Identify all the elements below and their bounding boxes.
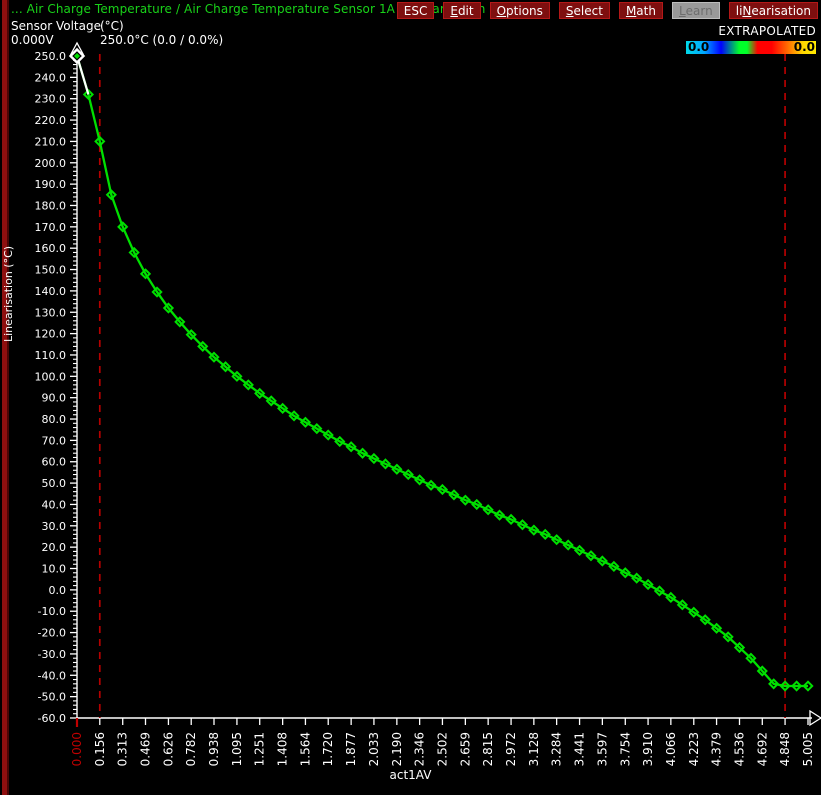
y-tick-label: 130.0 [35, 306, 67, 319]
y-tick-label: 110.0 [35, 349, 67, 362]
y-tick-label: 170.0 [35, 221, 67, 234]
y-tick-label: 230.0 [35, 93, 67, 106]
y-axis-title: Linearisation (°C) [2, 245, 15, 342]
x-tick-label: 0.469 [138, 732, 152, 766]
x-tick-label: 0.782 [184, 732, 198, 766]
y-tick-label: -50.0 [38, 691, 66, 704]
x-tick-label: 2.815 [481, 732, 495, 766]
y-tick-label: 160.0 [35, 242, 67, 255]
y-tick-label: 40.0 [42, 498, 67, 511]
y-tick-label: 180.0 [35, 199, 67, 212]
y-tick-label: 0.0 [49, 584, 67, 597]
y-tick-label: 210.0 [35, 135, 67, 148]
x-tick-label: 4.692 [755, 732, 769, 766]
x-tick-label: 1.408 [276, 732, 290, 766]
x-tick-label: 4.066 [664, 732, 678, 766]
x-tick-label: 3.597 [595, 732, 609, 766]
y-tick-label: 60.0 [42, 456, 67, 469]
linearisation-chart[interactable]: 250.0 240.0 230.0 220.0 210.0 200.0 190.0 180.0… [0, 0, 821, 795]
x-tick-label: 2.190 [390, 732, 404, 766]
x-tick-label: 1.877 [344, 732, 358, 766]
y-tick-label: 100.0 [35, 370, 67, 383]
x-tick-label: 0.938 [207, 732, 221, 766]
x-tick-label: 2.346 [413, 732, 427, 766]
y-tick-label: 120.0 [35, 328, 67, 341]
y-tick-label: 80.0 [42, 413, 67, 426]
series-line [75, 55, 808, 688]
y-tick-label: 200.0 [35, 157, 67, 170]
x-tick-label: 3.441 [573, 732, 587, 766]
x-tick-label: 0.626 [161, 732, 175, 766]
x-tick-label: 3.128 [527, 732, 541, 766]
y-tick-label: 240.0 [35, 71, 67, 84]
y-tick-label: 140.0 [35, 285, 67, 298]
y-tick-label: 90.0 [42, 392, 67, 405]
x-tick-label: 3.284 [550, 732, 564, 766]
y-tick-label: 150.0 [35, 264, 67, 277]
x-tick-label: 2.659 [458, 732, 472, 766]
x-tick-label: 2.033 [367, 732, 381, 766]
y-tick-label: 220.0 [35, 114, 67, 127]
y-tick-label: -10.0 [38, 605, 66, 618]
y-tick-label: 10.0 [42, 563, 67, 576]
y-tick-label: 50.0 [42, 477, 67, 490]
x-tick-label: 0.156 [93, 732, 107, 766]
x-tick-label: 1.251 [253, 732, 267, 766]
x-tick-label: 1.720 [321, 732, 335, 766]
x-tick-label: 4.848 [778, 732, 792, 766]
x-tick-label: 4.223 [687, 732, 701, 766]
x-tick-label: 3.754 [618, 732, 632, 766]
x-tick-label: 3.910 [641, 732, 655, 766]
x-tick-label: 2.972 [504, 732, 518, 766]
y-tick-label: -20.0 [38, 627, 66, 640]
x-tick-label: 4.536 [733, 732, 747, 766]
x-tick-label: 1.564 [298, 732, 312, 766]
y-tick-label: -30.0 [38, 648, 66, 661]
y-tick-label: 30.0 [42, 520, 67, 533]
y-tick-label: 190.0 [35, 178, 67, 191]
x-tick-label: 1.095 [230, 732, 244, 766]
x-tick-label: 0.000 [70, 732, 84, 766]
x-tick-label: 2.502 [435, 732, 449, 766]
y-tick-label: 20.0 [42, 541, 67, 554]
y-tick-label: -60.0 [38, 712, 66, 725]
x-axis-title: act1AV [389, 768, 432, 782]
y-tick-label: 250.0 [35, 50, 67, 63]
x-tick-label: 5.005 [801, 732, 815, 766]
y-tick-label: -40.0 [38, 669, 66, 682]
y-tick-label: 70.0 [42, 434, 67, 447]
x-tick-label: 0.313 [116, 732, 130, 766]
x-tick-label: 4.379 [710, 732, 724, 766]
